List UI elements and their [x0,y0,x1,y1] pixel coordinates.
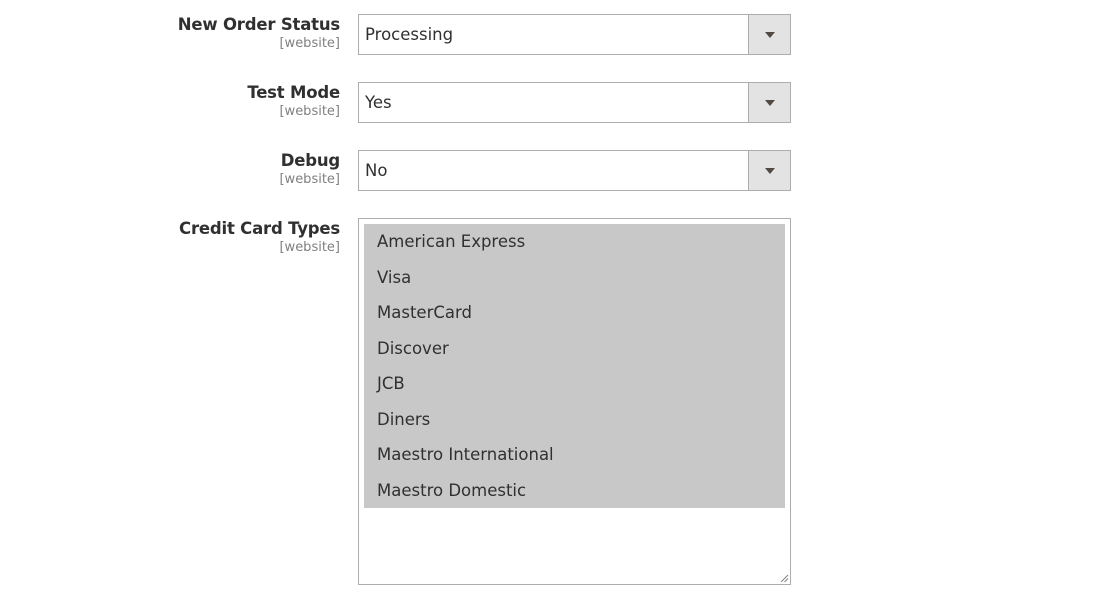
test-mode-dropdown-button[interactable] [748,83,790,122]
credit-card-types-multiselect[interactable]: American Express Visa MasterCard Discove… [358,218,791,585]
field-label-group: Test Mode [website] [0,82,340,120]
debug-label: Debug [280,151,340,170]
field-label-group: New Order Status [website] [0,14,340,52]
payment-config-form: New Order Status [website] Processing Te… [0,0,1113,597]
new-order-status-dropdown-button[interactable] [748,15,790,54]
debug-scope: [website] [279,172,340,187]
option-mastercard[interactable]: MasterCard [364,295,785,331]
credit-card-types-label: Credit Card Types [179,219,340,238]
credit-card-types-options: American Express Visa MasterCard Discove… [364,224,785,508]
new-order-status-label: New Order Status [177,15,340,34]
debug-value: No [365,161,388,180]
field-label-group: Debug [website] [0,150,340,188]
option-maestro-international[interactable]: Maestro International [364,437,785,473]
test-mode-scope: [website] [279,104,340,119]
chevron-down-icon [765,100,775,106]
option-jcb[interactable]: JCB [364,366,785,402]
credit-card-types-scope: [website] [279,240,340,255]
debug-select[interactable]: No [358,150,791,191]
option-maestro-domestic[interactable]: Maestro Domestic [364,472,785,508]
chevron-down-icon [765,168,775,174]
new-order-status-scope: [website] [279,36,340,51]
chevron-down-icon [765,32,775,38]
option-discover[interactable]: Discover [364,330,785,366]
new-order-status-value: Processing [365,25,454,44]
option-american-express[interactable]: American Express [364,224,785,260]
new-order-status-select[interactable]: Processing [358,14,791,55]
test-mode-select[interactable]: Yes [358,82,791,123]
option-diners[interactable]: Diners [364,401,785,437]
resize-handle-icon[interactable] [780,574,789,583]
option-visa[interactable]: Visa [364,259,785,295]
field-label-group: Credit Card Types [website] [0,218,340,256]
test-mode-value: Yes [365,93,392,112]
test-mode-label: Test Mode [247,83,340,102]
debug-dropdown-button[interactable] [748,151,790,190]
